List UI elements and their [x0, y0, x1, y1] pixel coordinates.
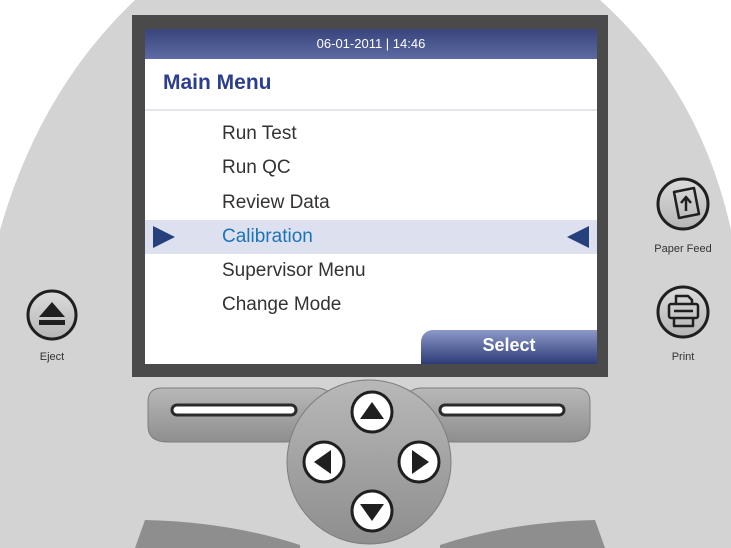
title-divider: [145, 109, 597, 111]
eject-button[interactable]: [26, 289, 78, 341]
page-title: Main Menu: [163, 71, 272, 94]
left-softkey-bar: [170, 403, 298, 417]
selection-arrow-right-icon: [153, 225, 175, 248]
menu-item-label: Supervisor Menu: [222, 260, 366, 282]
menu-item-calibration[interactable]: Calibration: [145, 219, 597, 255]
nav-down-button[interactable]: [350, 489, 394, 533]
nav-up-button[interactable]: [350, 390, 394, 434]
menu-item-run-qc[interactable]: Run QC: [145, 151, 597, 185]
select-softkey-label[interactable]: Select: [421, 330, 597, 364]
menu-item-supervisor-menu[interactable]: Supervisor Menu: [145, 254, 597, 288]
paper-feed-label: Paper Feed: [654, 243, 712, 255]
lcd-display: 06-01-2011 | 14:46 Main Menu Run Test Ru…: [145, 29, 597, 364]
nav-right-button[interactable]: [397, 440, 441, 484]
selection-arrow-left-icon: [567, 225, 589, 248]
paper-feed-button[interactable]: [656, 177, 710, 231]
right-softkey-bar: [438, 403, 566, 417]
menu-item-review-data[interactable]: Review Data: [145, 186, 597, 220]
menu-item-run-test[interactable]: Run Test: [145, 117, 597, 151]
nav-left-button[interactable]: [302, 440, 346, 484]
print-label: Print: [671, 351, 695, 363]
select-label: Select: [482, 335, 536, 355]
menu-item-change-mode[interactable]: Change Mode: [145, 288, 597, 322]
eject-label: Eject: [39, 351, 65, 363]
menu-item-label: Review Data: [222, 191, 330, 213]
status-bar: 06-01-2011 | 14:46: [145, 29, 597, 59]
datetime-text: 06-01-2011 | 14:46: [316, 36, 426, 51]
menu-item-label: Run Test: [222, 123, 297, 144]
main-menu: Run Test Run QC Review Data Calibration …: [145, 117, 597, 323]
menu-item-label: Change Mode: [222, 294, 342, 316]
menu-item-label: Calibration: [222, 225, 313, 247]
menu-item-label: Run QC: [222, 157, 291, 179]
print-button[interactable]: [656, 285, 710, 339]
